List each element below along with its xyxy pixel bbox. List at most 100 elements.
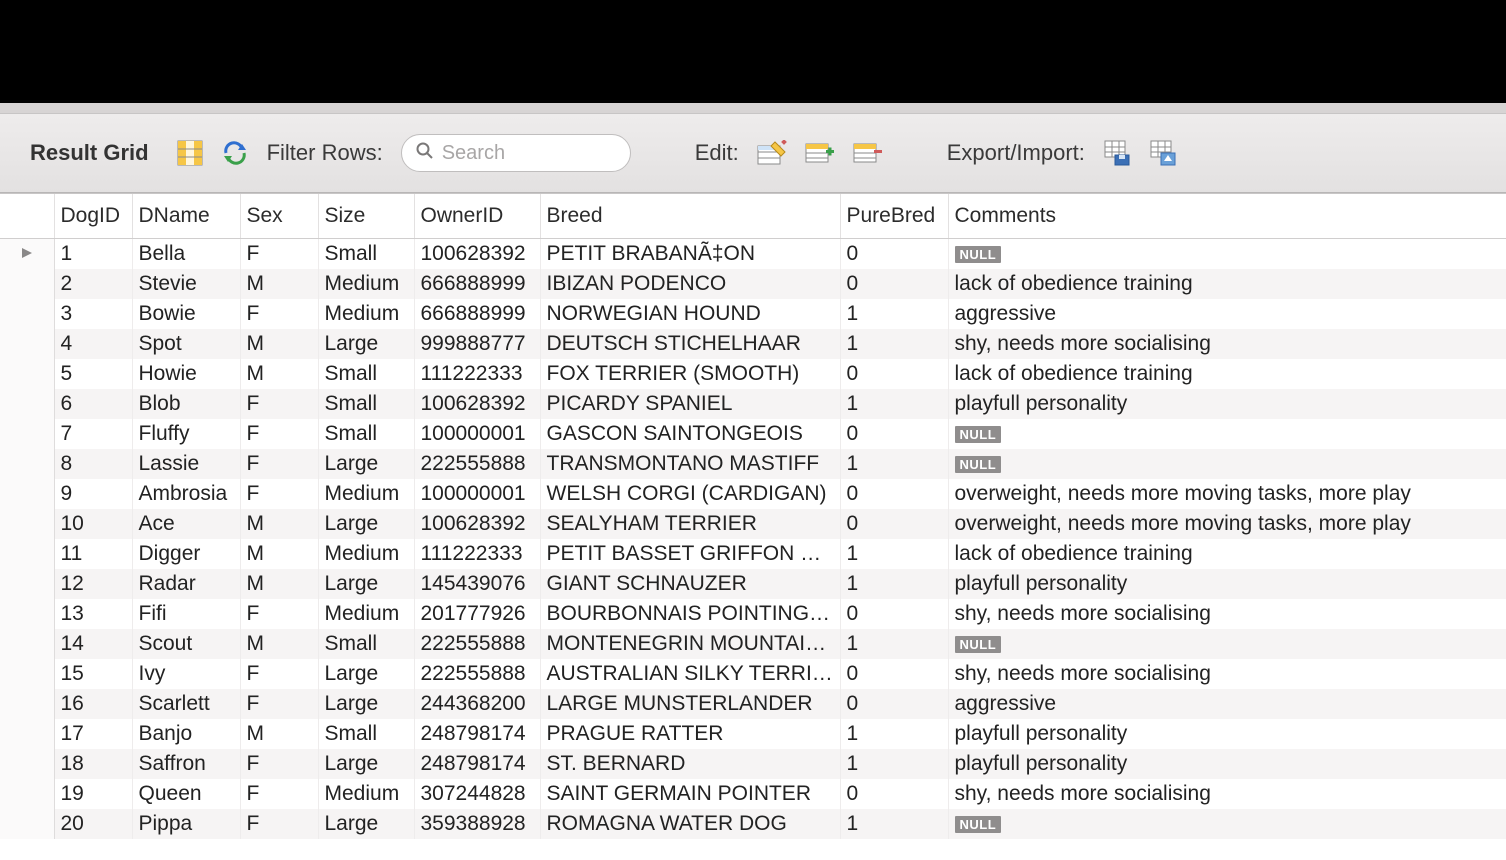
cell-size[interactable]: Medium: [318, 599, 414, 629]
filter-search-field[interactable]: [401, 134, 631, 172]
cell-ownerid[interactable]: 100628392: [414, 389, 540, 419]
cell-breed[interactable]: PETIT BASSET GRIFFON V…: [540, 539, 840, 569]
row-selector[interactable]: [0, 779, 54, 809]
table-row[interactable]: 14ScoutMSmall222555888MONTENEGRIN MOUNTA…: [0, 629, 1506, 659]
table-row[interactable]: 7FluffyFSmall100000001GASCON SAINTONGEOI…: [0, 419, 1506, 449]
table-row[interactable]: 4SpotMLarge999888777DEUTSCH STICHELHAAR1…: [0, 329, 1506, 359]
cell-dogid[interactable]: 3: [54, 299, 132, 329]
cell-dogid[interactable]: 14: [54, 629, 132, 659]
cell-purebred[interactable]: 0: [840, 689, 948, 719]
row-selector[interactable]: [0, 359, 54, 389]
table-row[interactable]: 18SaffronFLarge248798174ST. BERNARD1play…: [0, 749, 1506, 779]
row-selector[interactable]: [0, 689, 54, 719]
cell-breed[interactable]: TRANSMONTANO MASTIFF: [540, 449, 840, 479]
col-header-dogid[interactable]: DogID: [54, 194, 132, 239]
row-selector[interactable]: [0, 629, 54, 659]
cell-purebred[interactable]: 0: [840, 779, 948, 809]
row-selector[interactable]: [0, 599, 54, 629]
row-selector[interactable]: [0, 389, 54, 419]
cell-sex[interactable]: F: [240, 449, 318, 479]
cell-sex[interactable]: F: [240, 389, 318, 419]
cell-ownerid[interactable]: 248798174: [414, 749, 540, 779]
cell-ownerid[interactable]: 111222333: [414, 539, 540, 569]
cell-comments[interactable]: NULL: [948, 419, 1506, 449]
col-header-sex[interactable]: Sex: [240, 194, 318, 239]
cell-ownerid[interactable]: 111222333: [414, 359, 540, 389]
cell-sex[interactable]: F: [240, 659, 318, 689]
cell-sex[interactable]: F: [240, 299, 318, 329]
cell-sex[interactable]: F: [240, 419, 318, 449]
export-icon[interactable]: [1103, 139, 1131, 167]
cell-sex[interactable]: F: [240, 689, 318, 719]
row-selector[interactable]: [0, 659, 54, 689]
cell-size[interactable]: Small: [318, 389, 414, 419]
cell-comments[interactable]: playfull personality: [948, 719, 1506, 749]
cell-ownerid[interactable]: 100000001: [414, 479, 540, 509]
table-row[interactable]: 17BanjoMSmall248798174PRAGUE RATTER1play…: [0, 719, 1506, 749]
cell-breed[interactable]: AUSTRALIAN SILKY TERRI…: [540, 659, 840, 689]
refresh-icon[interactable]: [221, 140, 249, 166]
cell-comments[interactable]: lack of obedience training: [948, 539, 1506, 569]
cell-ownerid[interactable]: 307244828: [414, 779, 540, 809]
cell-purebred[interactable]: 0: [840, 479, 948, 509]
row-selector[interactable]: [0, 419, 54, 449]
row-selector[interactable]: [0, 749, 54, 779]
cell-dname[interactable]: Ivy: [132, 659, 240, 689]
cell-ownerid[interactable]: 222555888: [414, 659, 540, 689]
cell-dogid[interactable]: 16: [54, 689, 132, 719]
cell-sex[interactable]: M: [240, 569, 318, 599]
col-header-comments[interactable]: Comments: [948, 194, 1506, 239]
cell-dogid[interactable]: 13: [54, 599, 132, 629]
cell-purebred[interactable]: 1: [840, 809, 948, 839]
edit-row-icon[interactable]: [757, 140, 787, 166]
cell-sex[interactable]: F: [240, 479, 318, 509]
cell-sex[interactable]: F: [240, 779, 318, 809]
col-header-dname[interactable]: DName: [132, 194, 240, 239]
cell-breed[interactable]: FOX TERRIER (SMOOTH): [540, 359, 840, 389]
cell-breed[interactable]: GIANT SCHNAUZER: [540, 569, 840, 599]
cell-comments[interactable]: shy, needs more socialising: [948, 779, 1506, 809]
cell-ownerid[interactable]: 999888777: [414, 329, 540, 359]
cell-dname[interactable]: Saffron: [132, 749, 240, 779]
cell-comments[interactable]: shy, needs more socialising: [948, 599, 1506, 629]
search-input[interactable]: [442, 142, 707, 165]
cell-sex[interactable]: F: [240, 599, 318, 629]
cell-sex[interactable]: M: [240, 269, 318, 299]
cell-dname[interactable]: Ace: [132, 509, 240, 539]
cell-purebred[interactable]: 1: [840, 329, 948, 359]
cell-breed[interactable]: WELSH CORGI (CARDIGAN): [540, 479, 840, 509]
table-row[interactable]: 20PippaFLarge359388928ROMAGNA WATER DOG1…: [0, 809, 1506, 839]
cell-dogid[interactable]: 10: [54, 509, 132, 539]
cell-dogid[interactable]: 19: [54, 779, 132, 809]
cell-breed[interactable]: ST. BERNARD: [540, 749, 840, 779]
cell-purebred[interactable]: 0: [840, 509, 948, 539]
cell-purebred[interactable]: 1: [840, 719, 948, 749]
delete-row-icon[interactable]: [853, 140, 883, 166]
cell-dogid[interactable]: 4: [54, 329, 132, 359]
cell-sex[interactable]: M: [240, 359, 318, 389]
cell-purebred[interactable]: 1: [840, 299, 948, 329]
result-grid[interactable]: DogID DName Sex Size OwnerID Breed PureB…: [0, 193, 1506, 839]
cell-dname[interactable]: Digger: [132, 539, 240, 569]
cell-ownerid[interactable]: 222555888: [414, 629, 540, 659]
import-icon[interactable]: [1149, 139, 1177, 167]
cell-size[interactable]: Large: [318, 509, 414, 539]
cell-ownerid[interactable]: 359388928: [414, 809, 540, 839]
col-header-purebred[interactable]: PureBred: [840, 194, 948, 239]
cell-ownerid[interactable]: 100000001: [414, 419, 540, 449]
cell-breed[interactable]: NORWEGIAN HOUND: [540, 299, 840, 329]
cell-sex[interactable]: M: [240, 539, 318, 569]
cell-breed[interactable]: LARGE MUNSTERLANDER: [540, 689, 840, 719]
cell-dogid[interactable]: 17: [54, 719, 132, 749]
cell-dogid[interactable]: 12: [54, 569, 132, 599]
cell-dogid[interactable]: 18: [54, 749, 132, 779]
row-selector[interactable]: [0, 329, 54, 359]
cell-dogid[interactable]: 15: [54, 659, 132, 689]
cell-purebred[interactable]: 1: [840, 569, 948, 599]
cell-dname[interactable]: Blob: [132, 389, 240, 419]
cell-dname[interactable]: Bowie: [132, 299, 240, 329]
table-row[interactable]: 15IvyFLarge222555888AUSTRALIAN SILKY TER…: [0, 659, 1506, 689]
cell-purebred[interactable]: 0: [840, 359, 948, 389]
cell-comments[interactable]: aggressive: [948, 299, 1506, 329]
cell-ownerid[interactable]: 222555888: [414, 449, 540, 479]
